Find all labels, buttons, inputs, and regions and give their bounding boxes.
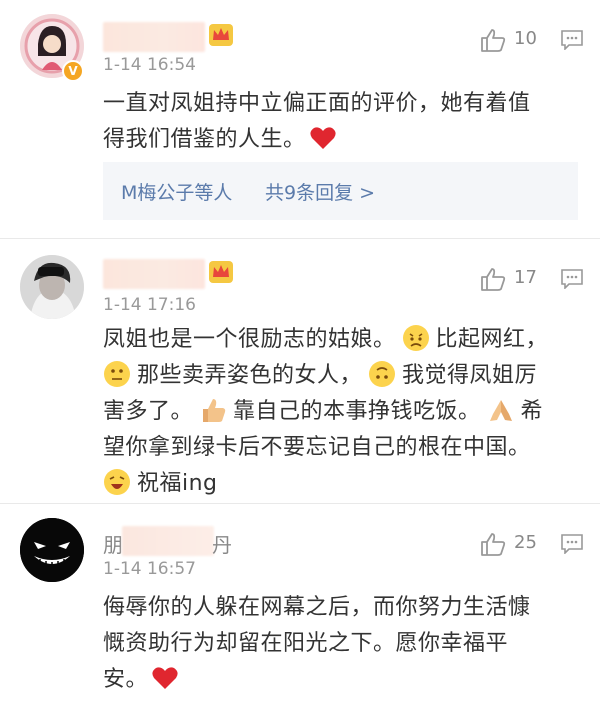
thumbs-up-icon	[481, 268, 506, 291]
like-count: 25	[514, 532, 537, 553]
comment-icon[interactable]	[561, 534, 583, 554]
praying-hands-icon	[489, 400, 512, 421]
username-redacted[interactable]	[103, 22, 205, 52]
thumbs-up-icon	[481, 533, 506, 556]
verified-icon: V	[62, 60, 84, 82]
avatar[interactable]	[20, 255, 84, 319]
thumbs-up-emoji-icon	[203, 399, 226, 422]
reply-user-link[interactable]: M梅公子等人	[121, 178, 232, 205]
reply-count-link[interactable]: 共9条回复 >	[265, 178, 375, 205]
comment-3: 朋 丹 1-14 16:57 25 侮辱你的人躲在网幕之后，而你努力生活慷 慨资…	[0, 504, 600, 715]
upside-down-face-icon	[369, 361, 396, 387]
comment-text: 一直对凤姐持中立偏正面的评价，她有着值 得我们借鉴的人生。	[103, 91, 531, 152]
comment-icon[interactable]	[561, 30, 583, 50]
like-count: 10	[514, 28, 537, 49]
comment-text: 侮辱你的人躲在网幕之后，而你努力生活慷 慨资助行为却留在阳光之下。愿你幸福平 安…	[103, 595, 531, 692]
comment-text: 凤姐也是一个很励志的姑娘。 比起网红， 那些卖弄姿色的女人， 我觉得凤姐厉 害多了。…	[103, 322, 573, 502]
thinking-face-icon	[104, 361, 130, 387]
thumbs-up-icon	[481, 29, 506, 52]
comment-time: 1-14 17:16	[103, 295, 196, 315]
like-count: 17	[514, 267, 537, 288]
username-end: 丹	[212, 533, 232, 557]
like-button[interactable]: 10	[480, 26, 560, 56]
heart-icon	[152, 667, 178, 689]
pleading-face-icon	[402, 325, 429, 351]
crown-icon	[209, 24, 233, 46]
username-redacted[interactable]	[103, 259, 205, 289]
like-button[interactable]: 17	[480, 265, 560, 295]
like-button[interactable]: 25	[480, 530, 560, 560]
comment-time: 1-14 16:57	[103, 559, 196, 579]
reply-summary[interactable]: M梅公子等人 共9条回复 >	[103, 162, 578, 220]
avatar[interactable]	[20, 518, 84, 582]
comment-time: 1-14 16:54	[103, 55, 196, 75]
comment-2: 1-14 17:16 17 凤姐也是一个很励志的姑娘。 比起网红， 那些卖弄姿色的…	[0, 239, 600, 503]
comment-icon[interactable]	[561, 269, 583, 289]
comment-1: V 1-14 16:54 10 一直对凤姐持中立偏正面的评价，她有着值 得我们借…	[0, 0, 600, 238]
username-redacted[interactable]	[122, 526, 214, 556]
crown-icon	[209, 261, 233, 283]
laughing-face-icon	[104, 469, 130, 495]
heart-icon	[309, 127, 336, 149]
username-start: 朋	[103, 533, 123, 557]
